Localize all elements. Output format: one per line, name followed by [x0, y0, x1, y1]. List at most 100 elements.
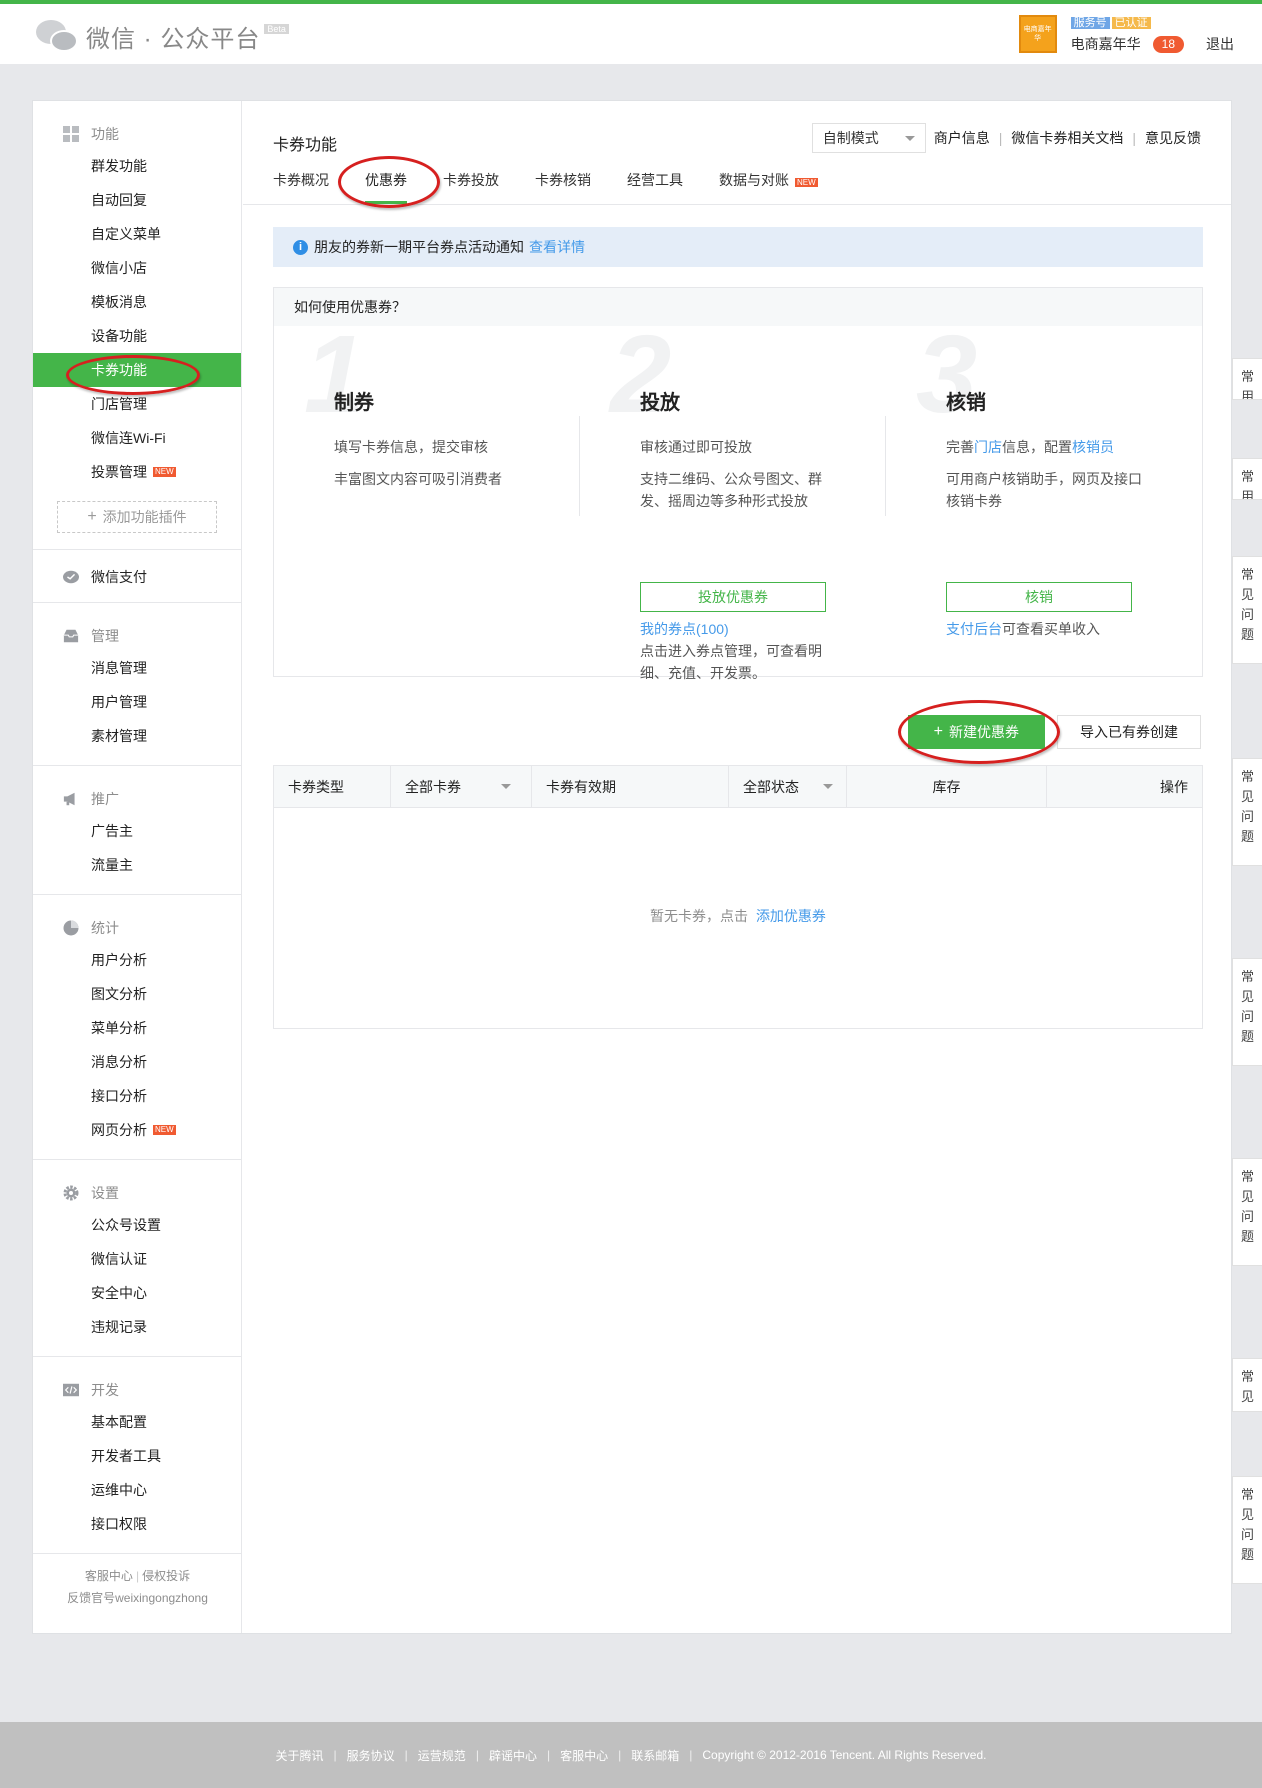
sidebar-item[interactable]: 微信认证: [33, 1242, 241, 1276]
sidebar-item-label: 用户分析: [91, 952, 147, 968]
platform-name: 微信 · 公众平台: [86, 25, 261, 53]
create-coupon-button[interactable]: + 新建优惠券: [907, 715, 1045, 749]
notice-text: 朋友的券新一期平台券点活动通知: [314, 239, 524, 255]
tab-data-reconcile[interactable]: 数据与对账 NEW: [701, 164, 836, 204]
sidebar-item[interactable]: 用户分析: [33, 943, 241, 977]
sidebar-item[interactable]: 违规记录: [33, 1310, 241, 1344]
logout-link[interactable]: 退出: [1206, 34, 1234, 54]
tab-card-overview[interactable]: 卡券概况: [273, 164, 347, 204]
sidebar-item[interactable]: 卡券功能: [33, 353, 241, 387]
step-title: 核销: [946, 392, 986, 414]
inbox-icon: [63, 628, 79, 644]
status-filter-dropdown[interactable]: 全部状态: [729, 765, 847, 808]
feedback-account[interactable]: 反馈官号weixingongzhong: [33, 1587, 242, 1609]
code-icon: [63, 1382, 79, 1398]
store-link[interactable]: 门店: [974, 439, 1002, 455]
footer-link[interactable]: 联系邮箱: [631, 1747, 679, 1764]
footer-link[interactable]: 辟谣中心: [489, 1747, 537, 1764]
howto-heading: 如何使用优惠券？: [274, 288, 1202, 326]
chevron-down-icon: [904, 135, 915, 141]
merchant-info-link[interactable]: 商户信息: [934, 128, 990, 148]
float-tab-faq[interactable]: 常见问题: [1232, 1476, 1262, 1584]
sidebar-item[interactable]: 用户管理: [33, 685, 241, 719]
my-points-link[interactable]: 我的券点(100): [640, 621, 729, 637]
sidebar-item[interactable]: 开发者工具: [33, 1439, 241, 1473]
sidebar-item[interactable]: 自定义菜单: [33, 217, 241, 251]
sidebar-item[interactable]: 群发功能: [33, 149, 241, 183]
sidebar-item-label: 接口分析: [91, 1088, 147, 1104]
footer-link[interactable]: 服务协议: [347, 1747, 395, 1764]
footer-link[interactable]: 关于腾讯: [276, 1747, 324, 1764]
sidebar-item[interactable]: 安全中心: [33, 1276, 241, 1310]
card-docs-link[interactable]: 微信卡券相关文档: [1011, 128, 1123, 148]
tab-coupon[interactable]: 优惠券: [347, 164, 425, 204]
sidebar-item[interactable]: 广告主: [33, 814, 241, 848]
sidebar-item[interactable]: 接口权限: [33, 1507, 241, 1541]
menu-group-label: 统计: [91, 920, 119, 936]
float-tab-faq[interactable]: 常见问题: [1232, 556, 1262, 664]
column-validity: 卡券有效期: [532, 765, 729, 808]
sidebar-item[interactable]: 素材管理: [33, 719, 241, 753]
redeem-button[interactable]: 核销: [946, 582, 1132, 612]
service-center-link[interactable]: 客服中心: [85, 1569, 133, 1583]
step-line: 可用商户核销助手，网页及接口核销卡券: [946, 471, 1142, 509]
menu-group-title[interactable]: 微信支付: [33, 562, 241, 592]
sidebar-item-label: 投票管理: [91, 464, 147, 480]
sidebar-item[interactable]: 自动回复: [33, 183, 241, 217]
menu-group-title: 开发: [33, 1375, 241, 1405]
menu-group-title: 统计: [33, 913, 241, 943]
menu-group-title: 功能: [33, 119, 241, 149]
tab-card-delivery[interactable]: 卡券投放: [425, 164, 517, 204]
account-name[interactable]: 电商嘉年华: [1071, 34, 1141, 54]
float-tab-faq[interactable]: 常用: [1232, 458, 1262, 500]
sidebar-item[interactable]: 设备功能: [33, 319, 241, 353]
sidebar-item-label: 开发者工具: [91, 1448, 161, 1464]
column-operations: 操作: [1160, 778, 1188, 795]
float-tab-faq[interactable]: 常见问题: [1232, 758, 1262, 866]
tab-card-redeem[interactable]: 卡券核销: [517, 164, 609, 204]
sidebar-item[interactable]: 基本配置: [33, 1405, 241, 1439]
sidebar-item[interactable]: 消息分析: [33, 1045, 241, 1079]
notification-badge[interactable]: 18: [1152, 35, 1184, 53]
menu-group: 管理 消息管理 用户管理 素材管理: [33, 603, 241, 766]
sidebar-item[interactable]: 门店管理: [33, 387, 241, 421]
float-tab-faq[interactable]: 常见问题: [1232, 1158, 1262, 1266]
sidebar-item[interactable]: 微信小店: [33, 251, 241, 285]
card-filter-dropdown[interactable]: 全部卡券: [391, 765, 532, 808]
mode-select[interactable]: 自制模式: [811, 123, 926, 153]
menu-group: 微信支付: [33, 550, 241, 603]
account-avatar[interactable]: 电商嘉年华: [1018, 15, 1057, 53]
step-line: 完善门店信息，配置核销员: [946, 439, 1114, 455]
sidebar-item[interactable]: 公众号设置: [33, 1208, 241, 1242]
float-tab-faq[interactable]: 常见: [1232, 1358, 1262, 1412]
sidebar-item[interactable]: 网页分析 NEW: [33, 1113, 241, 1147]
add-coupon-link[interactable]: 添加优惠券: [756, 908, 826, 924]
float-tab-faq[interactable]: 常用: [1232, 358, 1262, 400]
footer-link[interactable]: 运营规范: [418, 1747, 466, 1764]
sidebar-item[interactable]: 投票管理 NEW: [33, 455, 241, 489]
feedback-link[interactable]: 意见反馈: [1145, 128, 1201, 148]
sidebar-item[interactable]: 运维中心: [33, 1473, 241, 1507]
float-tab-faq[interactable]: 常见问题: [1232, 958, 1262, 1066]
coupon-actions: + 新建优惠券 导入已有券创建: [907, 715, 1201, 749]
sidebar-item[interactable]: 图文分析: [33, 977, 241, 1011]
notice-details-link[interactable]: 查看详情: [529, 237, 585, 257]
menu-group-title: 管理: [33, 621, 241, 651]
sidebar-item[interactable]: 模板消息: [33, 285, 241, 319]
sidebar-item[interactable]: 微信连Wi-Fi: [33, 421, 241, 455]
import-coupon-button[interactable]: 导入已有券创建: [1057, 715, 1201, 749]
deliver-coupon-button[interactable]: 投放优惠券: [640, 582, 826, 612]
sidebar-item[interactable]: 菜单分析: [33, 1011, 241, 1045]
table-header: 卡券类型 全部卡券 卡券有效期 全部状态 库存 操作: [274, 765, 1202, 808]
sidebar-item[interactable]: 接口分析: [33, 1079, 241, 1113]
sidebar-item[interactable]: 流量主: [33, 848, 241, 882]
account-panel: 电商嘉年华 服务号 已认证 电商嘉年华 18 退出: [1018, 14, 1234, 54]
tab-business-tools[interactable]: 经营工具: [609, 164, 701, 204]
sidebar-item[interactable]: 消息管理: [33, 651, 241, 685]
footer-link[interactable]: 客服中心: [560, 1747, 608, 1764]
redeemer-link[interactable]: 核销员: [1072, 439, 1114, 455]
wechat-logo[interactable]: 微信 · 公众平台 Beta: [36, 18, 289, 54]
infringement-link[interactable]: 侵权投诉: [142, 1569, 190, 1583]
payment-backend-link[interactable]: 支付后台: [946, 621, 1002, 637]
add-plugin-button[interactable]: + 添加功能插件: [57, 501, 217, 533]
